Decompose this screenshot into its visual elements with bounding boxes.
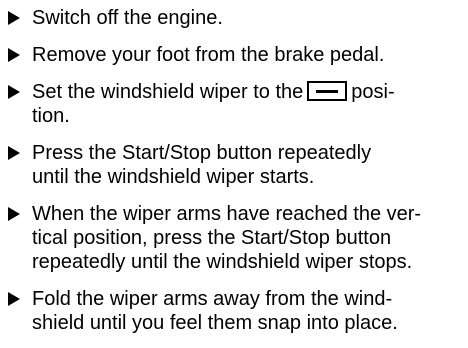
instruction-list: Switch off the engine. Remove your foot … xyxy=(6,6,468,335)
step-text-line: When the wiper arms have reached the ver… xyxy=(32,203,422,225)
step-text-line: shield until you feel them snap into pla… xyxy=(32,312,398,334)
step-text: tion. xyxy=(32,105,70,127)
step-text: posi- xyxy=(351,81,395,103)
arrow-bullet-icon xyxy=(8,11,20,25)
step-text-line: until the windshield wiper starts. xyxy=(32,166,315,188)
step-text-line: tical position, press the Start/Stop but… xyxy=(32,227,392,249)
instruction-step: Fold the wiper arms away from the wind- … xyxy=(6,287,468,335)
instruction-step: Press the Start/Stop button repeatedly u… xyxy=(6,141,468,189)
instruction-page: Switch off the engine. Remove your foot … xyxy=(0,0,468,348)
wiper-bar-icon xyxy=(316,90,339,93)
arrow-bullet-icon xyxy=(8,292,20,306)
instruction-step: Switch off the engine. xyxy=(6,6,468,30)
arrow-bullet-icon xyxy=(8,146,20,160)
arrow-bullet-icon xyxy=(8,48,20,62)
instruction-step: Set the windshield wiper to the posi- tio… xyxy=(6,80,468,128)
step-text-line: Press the Start/Stop button repeatedly xyxy=(32,142,372,164)
arrow-bullet-icon xyxy=(8,207,20,221)
arrow-bullet-icon xyxy=(8,85,20,99)
step-text: Set the windshield wiper to the xyxy=(32,81,304,103)
step-text-line: repeatedly until the windshield wiper st… xyxy=(32,251,413,273)
step-text-line: Fold the wiper arms away from the wind- xyxy=(32,288,393,310)
step-text: Switch off the engine. xyxy=(32,7,223,29)
instruction-step: Remove your foot from the brake pedal. xyxy=(6,43,468,67)
wiper-position-icon xyxy=(307,81,348,101)
step-text: Remove your foot from the brake pedal. xyxy=(32,44,385,66)
instruction-step: When the wiper arms have reached the ver… xyxy=(6,202,468,274)
